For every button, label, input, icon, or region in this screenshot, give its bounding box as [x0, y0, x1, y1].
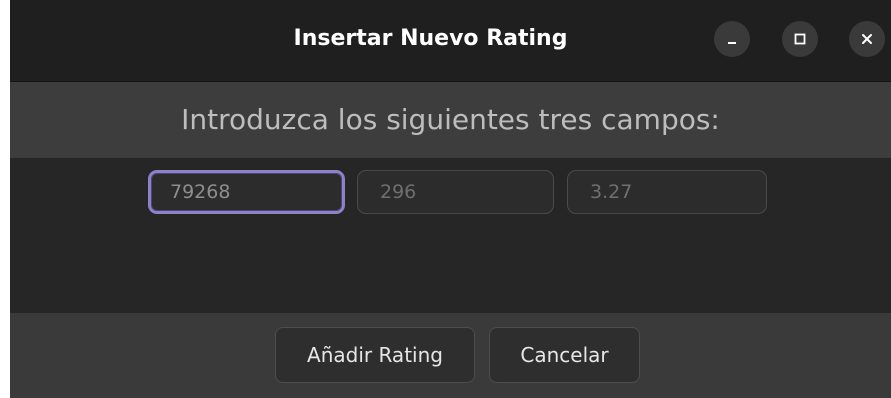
add-rating-button[interactable]: Añadir Rating	[275, 327, 475, 383]
instruction-label: Introduzca los siguientes tres campos:	[181, 103, 720, 136]
field-2-input[interactable]	[357, 170, 554, 214]
dialog-window: Insertar Nuevo Rating Introduzca los sig…	[10, 0, 891, 398]
button-bar: Añadir Rating Cancelar	[10, 313, 891, 398]
close-icon	[862, 34, 872, 44]
field-1-input[interactable]	[148, 170, 345, 214]
window-title: Insertar Nuevo Rating	[293, 26, 568, 51]
maximize-button[interactable]	[782, 21, 818, 57]
field-3-input[interactable]	[567, 170, 767, 214]
minimize-button[interactable]	[714, 21, 750, 57]
close-button[interactable]	[849, 21, 885, 57]
cancel-button[interactable]: Cancelar	[489, 327, 640, 383]
title-bar[interactable]: Insertar Nuevo Rating	[10, 0, 891, 82]
fields-area	[10, 158, 891, 313]
minimize-icon	[728, 42, 736, 44]
maximize-icon	[794, 33, 806, 45]
prompt-area: Introduzca los siguientes tres campos:	[10, 82, 891, 158]
